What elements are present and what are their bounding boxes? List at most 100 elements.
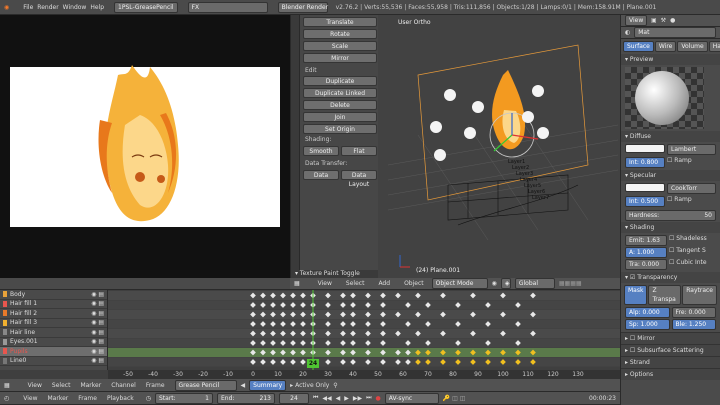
scene-selector[interactable]: FX <box>187 1 268 13</box>
record-icon[interactable]: ● <box>376 395 381 402</box>
data-layout-button[interactable]: Data Layout <box>341 170 377 188</box>
set-origin-button[interactable]: Set Origin <box>303 124 377 134</box>
specular-shader-select[interactable]: CookTorr <box>667 183 716 194</box>
properties-search[interactable]: View <box>625 15 647 26</box>
scale-button[interactable]: Scale <box>303 41 377 51</box>
modifier-icon[interactable]: ⚒ <box>661 17 666 24</box>
shading-icon[interactable]: ◉ <box>492 280 497 287</box>
timeline-menu-view[interactable]: View <box>23 395 37 402</box>
dopesheet-editor-icon[interactable]: ▦ <box>4 382 10 389</box>
3d-viewport[interactable]: User Ortho Layer1 Layer2 Layer3 Layer4 L… <box>378 15 620 278</box>
translate-button[interactable]: Translate <box>303 17 377 27</box>
shadeless-checkbox[interactable]: ☐ Shadeless <box>669 235 716 246</box>
channel-row[interactable]: Pupils ◉ ▤ <box>0 347 107 357</box>
diffuse-header[interactable]: ▾ Diffuse <box>621 131 720 142</box>
keyframe-row[interactable] <box>108 329 620 338</box>
strand-header[interactable]: ▸ Strand <box>621 356 720 368</box>
start-frame-field[interactable]: Start: 1 <box>154 392 213 404</box>
channel-row[interactable]: Line0 ◉ ▤ <box>0 357 107 366</box>
render-preview-area[interactable] <box>0 15 290 278</box>
channel-row[interactable]: Eyes.001 ◉ ▤ <box>0 338 107 347</box>
keyframe-row[interactable] <box>108 319 620 329</box>
raytrace-tab[interactable]: Raytrace <box>682 285 717 305</box>
flat-button[interactable]: Flat <box>341 146 377 156</box>
current-frame-indicator[interactable]: 24 <box>307 359 319 368</box>
dopesheet-menu-marker[interactable]: Marker <box>80 382 101 389</box>
viewport-menu-view[interactable]: View <box>318 280 332 287</box>
specular-intensity[interactable]: Int: 0.500 <box>625 196 665 207</box>
channel-visibility-icon[interactable]: ◉ ▤ <box>91 319 104 326</box>
sync-mode-selector[interactable]: AV-sync <box>384 392 439 404</box>
timeline-menu-frame[interactable]: Frame <box>78 395 97 402</box>
diffuse-shader-select[interactable]: Lambert <box>667 144 716 155</box>
specular-ramp-checkbox[interactable]: ☐ Ramp <box>667 196 692 207</box>
filter-icon[interactable]: ⚲ <box>333 382 337 389</box>
preview-range-icon[interactable]: ◷ <box>146 395 151 402</box>
alpha-field[interactable]: Alp: 0.000 <box>625 307 670 318</box>
keyframe-row[interactable] <box>108 338 620 348</box>
cubic-interpolation-checkbox[interactable]: ☐ Cubic Inte <box>669 259 716 270</box>
orientation-selector[interactable]: Global <box>514 278 555 289</box>
summary-toggle[interactable]: Summary <box>249 379 287 391</box>
shading-header[interactable]: ▾ Shading <box>621 222 720 233</box>
pivot-selector[interactable]: ◈ <box>500 278 511 289</box>
end-frame-field[interactable]: End: 213 <box>216 392 275 404</box>
next-keyframe-icon[interactable]: ▶▶ <box>353 395 362 402</box>
keyframe-row[interactable] <box>108 291 620 300</box>
editor-type-icon[interactable]: ▦ <box>294 280 300 287</box>
menu-window[interactable]: Window <box>63 4 87 11</box>
timeline-menu-playback[interactable]: Playback <box>107 395 134 402</box>
emit-field[interactable]: Emit: 1.63 <box>625 235 667 246</box>
layer-buttons[interactable]: ▦▦▦▦ <box>559 280 582 287</box>
render-engine-selector[interactable]: Blender Render <box>277 1 328 13</box>
sss-header[interactable]: ▸ ☐ Subsurface Scattering <box>621 344 720 356</box>
menu-render[interactable]: Render <box>37 4 58 11</box>
diffuse-intensity[interactable]: Int: 0.800 <box>625 157 665 168</box>
channel-visibility-icon[interactable]: ◉ ▤ <box>91 291 104 298</box>
data-button[interactable]: Data <box>303 170 339 180</box>
keyframe-area[interactable] <box>108 290 620 370</box>
channel-row[interactable]: Hair fill 3 ◉ ▤ <box>0 319 107 328</box>
prev-keyframe-icon[interactable]: ◀◀ <box>322 395 331 402</box>
texture-paint-toggle[interactable]: ▾ Texture Paint Toggle <box>291 270 379 278</box>
jump-start-icon[interactable]: ⏮ <box>313 394 318 402</box>
hardness-field[interactable]: Hardness: 50 <box>625 210 716 221</box>
keying-set-icons[interactable]: 🔑 ◫ ◫ <box>443 395 466 402</box>
keyframe-row[interactable] <box>108 300 620 310</box>
blend-field[interactable]: Ble: 1.250 <box>671 319 716 330</box>
viewport-menu-object[interactable]: Object <box>404 280 424 287</box>
channel-visibility-icon[interactable]: ◉ ▤ <box>91 329 104 336</box>
transparency-mask-tab[interactable]: Mask <box>624 285 648 305</box>
screen-selector[interactable]: 1PSL-GreasePencil <box>114 1 178 13</box>
keyframe-row[interactable] <box>108 357 620 367</box>
channel-row[interactable]: Hair line ◉ ▤ <box>0 328 107 338</box>
tab-surface[interactable]: Surface <box>623 41 654 52</box>
dopesheet-mode-selector[interactable]: Grease Pencil <box>174 379 237 391</box>
dopesheet-menu-frame[interactable]: Frame <box>146 382 165 389</box>
active-only-toggle[interactable]: ▸ Active Only <box>290 382 329 389</box>
play-reverse-icon[interactable]: ◀ <box>336 395 341 402</box>
dopesheet-menu-channel[interactable]: Channel <box>111 382 136 389</box>
mirror-button[interactable]: Mirror <box>303 53 377 63</box>
smooth-button[interactable]: Smooth <box>303 146 339 156</box>
blender-logo-icon[interactable]: ◉ <box>4 4 9 11</box>
tab-volume[interactable]: Volume <box>677 41 708 52</box>
current-frame-field[interactable]: 24 <box>278 392 309 404</box>
timeline-menu-marker[interactable]: Marker <box>48 395 69 402</box>
z-transparency-tab[interactable]: Z Transpa <box>648 285 682 305</box>
play-icon[interactable]: ▶ <box>344 395 349 402</box>
specular-color[interactable] <box>625 183 665 192</box>
fresnel-field[interactable]: Fre: 0.000 <box>671 307 716 318</box>
channel-row[interactable]: Hair fill 1 ◉ ▤ <box>0 300 107 309</box>
keyframe-row[interactable] <box>108 348 620 357</box>
dopesheet-menu-view[interactable]: View <box>28 382 42 389</box>
channel-visibility-icon[interactable]: ◉ ▤ <box>91 357 104 364</box>
duplicate-button[interactable]: Duplicate <box>303 76 377 86</box>
options-header[interactable]: ▸ Options <box>621 368 720 380</box>
viewport-menu-select[interactable]: Select <box>346 280 365 287</box>
translucency-field[interactable]: Tra: 0.000 <box>625 259 667 270</box>
duplicate-linked-button[interactable]: Duplicate Linked <box>303 88 377 98</box>
menu-help[interactable]: Help <box>90 4 104 11</box>
mode-selector[interactable]: Object Mode <box>431 278 488 289</box>
channel-visibility-icon[interactable]: ◉ ▤ <box>91 348 104 355</box>
